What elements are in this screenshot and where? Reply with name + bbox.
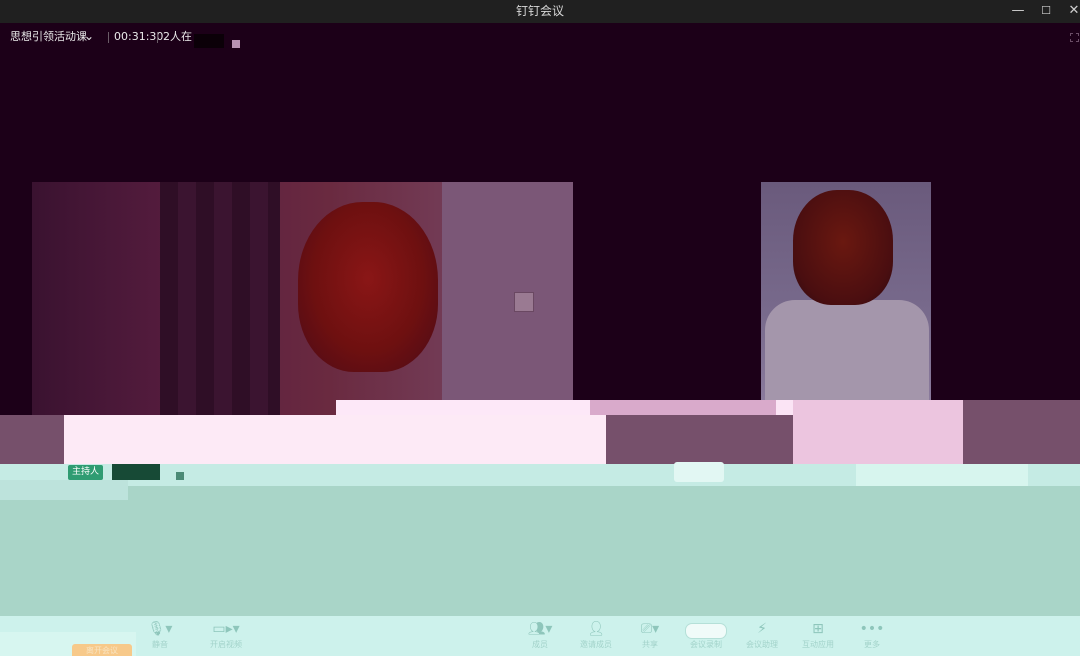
more-button[interactable]: ••• 更多 [842, 620, 902, 656]
ai-label: 会议助理 [746, 640, 778, 649]
invite-button[interactable]: 👤︎ 邀请成员 [566, 620, 626, 656]
grid-icon: ⊞ [812, 621, 824, 637]
meeting-timer: 00:31:30 [114, 30, 164, 43]
record-button[interactable]: 会议录制 [676, 620, 736, 656]
render-artifact [112, 464, 160, 480]
chevron-down-icon[interactable]: ⌄ [84, 23, 94, 51]
share-screen-button[interactable]: ⎚▾ 共享 [620, 620, 680, 656]
render-artifact [0, 500, 128, 632]
maximize-button[interactable]: ☐ [1032, 0, 1060, 23]
participant-count[interactable]: 2人在 [163, 23, 192, 51]
add-person-icon: 👤︎ [587, 621, 605, 637]
host-badge: 主持人 [68, 465, 104, 480]
minimize-button[interactable]: — [1004, 0, 1032, 23]
render-artifact [963, 400, 1080, 465]
meeting-toolbar: 🎙︎▾ 静音 ▭▸▾ 开启视频 👥︎▾ 成员 👤︎ 邀请成员 ⎚▾ 共享 会议录… [0, 616, 1080, 656]
participant-video [793, 190, 893, 305]
render-artifact [606, 415, 793, 465]
render-artifact [0, 480, 128, 500]
invite-label: 邀请成员 [580, 640, 612, 649]
camera-label: 开启视频 [210, 640, 242, 649]
apps-button[interactable]: ⊞ 互动应用 [788, 620, 848, 656]
apps-label: 互动应用 [802, 640, 834, 649]
mute-label: 静音 [152, 640, 168, 649]
video-background [442, 182, 573, 415]
more-label: 更多 [864, 640, 880, 649]
meeting-info-bar: 思想引领活动课 ⌄ 00:31:30 2人在 [0, 23, 1080, 51]
divider [108, 32, 109, 43]
render-artifact [64, 415, 606, 465]
leave-meeting-button[interactable]: 离开会议 [72, 644, 132, 656]
video-background [160, 182, 280, 415]
video-background [514, 292, 534, 312]
participants-button[interactable]: 👥︎▾ 成员 [510, 620, 570, 656]
mute-button[interactable]: 🎙︎▾ 静音 [130, 620, 190, 656]
ellipsis-icon: ••• [859, 621, 885, 637]
ai-assistant-button[interactable]: ⚡︎ 会议助理 [732, 620, 792, 656]
participants-label: 成员 [532, 640, 548, 649]
participants-icon: 👥︎▾ [527, 621, 553, 637]
record-toggle-icon [676, 620, 736, 639]
camera-button[interactable]: ▭▸▾ 开启视频 [196, 620, 256, 656]
title-bar: 钉钉会议 — ☐ ✕ [0, 0, 1080, 23]
render-artifact [856, 464, 1028, 486]
render-artifact [176, 472, 184, 480]
lightning-icon: ⚡︎ [757, 621, 767, 637]
render-artifact [232, 40, 240, 48]
render-artifact [590, 400, 776, 416]
participant-video [298, 202, 438, 372]
camera-icon: ▭▸▾ [212, 621, 240, 637]
render-artifact [194, 34, 224, 48]
divider [157, 32, 158, 43]
screen-share-icon: ⎚▾ [640, 621, 660, 637]
render-artifact [336, 400, 606, 415]
render-artifact [128, 486, 1080, 616]
video-tile-participant[interactable] [761, 182, 931, 400]
render-artifact [793, 400, 963, 465]
record-label: 会议录制 [690, 640, 722, 649]
microphone-icon: 🎙︎▾ [147, 621, 173, 637]
render-artifact [674, 462, 724, 482]
share-label: 共享 [642, 640, 658, 649]
meeting-name[interactable]: 思想引领活动课 [10, 23, 87, 51]
close-button[interactable]: ✕ [1060, 0, 1080, 23]
layout-toggle-icon[interactable] [1070, 33, 1079, 42]
meeting-window: 钉钉会议 — ☐ ✕ 思想引领活动课 ⌄ 00:31:30 2人在 主持人 🎙︎… [0, 0, 1080, 656]
participant-video [765, 300, 929, 400]
video-tile-host[interactable] [32, 182, 573, 415]
window-title: 钉钉会议 [515, 4, 564, 18]
